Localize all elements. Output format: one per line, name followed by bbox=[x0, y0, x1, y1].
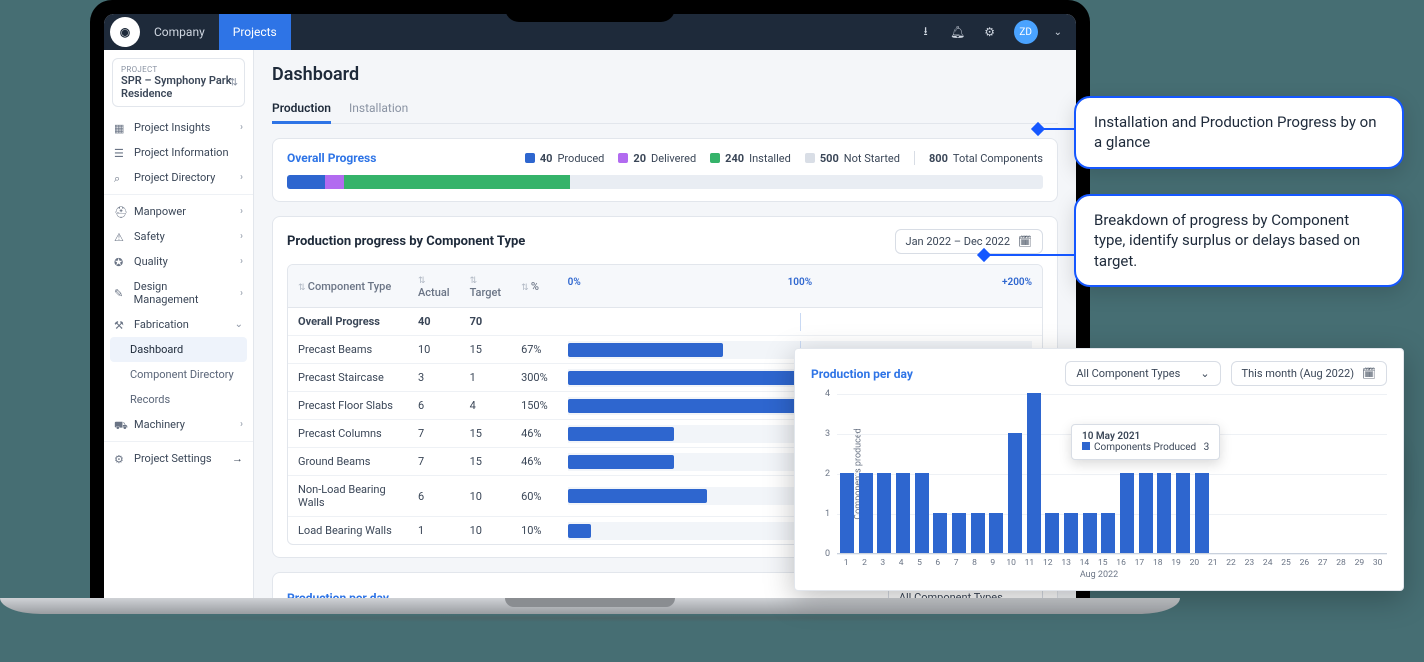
fp-bar[interactable] bbox=[1120, 473, 1134, 553]
fp-bar[interactable] bbox=[1083, 513, 1097, 553]
sidebar-item-manpower[interactable]: ⛑Manpower› bbox=[104, 199, 253, 224]
col-type[interactable]: Component Type bbox=[288, 265, 408, 308]
col-target[interactable]: Target bbox=[460, 265, 512, 308]
project-label: PROJECT bbox=[121, 65, 236, 74]
chevron-down-icon: ⌄ bbox=[1023, 591, 1032, 598]
directory-icon: ⌕ bbox=[114, 172, 126, 184]
info-icon: ☰ bbox=[114, 147, 126, 159]
date-range-picker[interactable]: Jan 2022 – Dec 2022🗓︎ bbox=[895, 229, 1044, 254]
table-row: Overall Progress4070 bbox=[288, 308, 1042, 336]
project-name: SPR – Symphony Park Residence bbox=[121, 74, 236, 100]
fp-bar[interactable] bbox=[1139, 473, 1153, 553]
col-pct[interactable]: % bbox=[511, 265, 558, 308]
settings-icon: ⚙ bbox=[114, 453, 126, 465]
nav-projects[interactable]: Projects bbox=[219, 14, 291, 50]
design-icon: ✎ bbox=[114, 287, 126, 299]
sidebar-item-quality[interactable]: ✪Quality› bbox=[104, 249, 253, 274]
fp-bar[interactable] bbox=[989, 513, 1003, 553]
download-icon[interactable]: ⭳ bbox=[918, 24, 934, 40]
overall-bar bbox=[287, 175, 1043, 189]
pd-title: Production per day bbox=[287, 591, 389, 599]
calendar-icon: 🗓︎ bbox=[1018, 235, 1032, 248]
bell-icon[interactable]: 🔔︎ bbox=[950, 24, 966, 40]
sidebar: PROJECT SPR – Symphony Park Residence ⇅ … bbox=[104, 50, 254, 598]
app-logo[interactable]: ◉ bbox=[110, 17, 140, 47]
tab-production[interactable]: Production bbox=[272, 95, 331, 124]
fp-bar[interactable] bbox=[1195, 473, 1209, 553]
fp-bar[interactable] bbox=[1027, 393, 1041, 553]
fp-bar[interactable] bbox=[840, 473, 854, 553]
content-tabs: Production Installation bbox=[272, 95, 1058, 124]
page-title: Dashboard bbox=[272, 64, 1058, 85]
chevron-down-icon: ⌄ bbox=[1200, 367, 1209, 380]
legend-delivered: 20Delivered bbox=[618, 152, 696, 165]
fp-bar[interactable] bbox=[1045, 513, 1059, 553]
fabrication-icon: ⚒ bbox=[114, 319, 126, 331]
sidebar-item-fabrication[interactable]: ⚒Fabrication⌄ bbox=[104, 312, 253, 337]
fp-bar[interactable] bbox=[971, 513, 985, 553]
quality-icon: ✪ bbox=[114, 256, 126, 268]
nav-company[interactable]: Company bbox=[140, 14, 219, 50]
fp-filter-date[interactable]: This month (Aug 2022)🗓︎ bbox=[1231, 361, 1387, 386]
legend-total: 800Total Components bbox=[929, 152, 1043, 165]
sidebar-item-information[interactable]: ☰Project Information bbox=[104, 140, 253, 165]
project-selector[interactable]: PROJECT SPR – Symphony Park Residence ⇅ bbox=[112, 58, 245, 107]
machinery-icon: ⛟ bbox=[114, 419, 126, 431]
updown-icon: ⇅ bbox=[230, 77, 238, 88]
fp-title: Production per day bbox=[811, 367, 913, 381]
cprog-title: Production progress by Component Type bbox=[287, 234, 525, 249]
avatar[interactable]: ZD bbox=[1014, 20, 1038, 44]
sidebar-item-machinery[interactable]: ⛟Machinery› bbox=[104, 412, 253, 437]
legend-notstarted: 500Not Started bbox=[805, 152, 900, 165]
overall-progress-card: Overall Progress 40Produced 20Delivered … bbox=[272, 138, 1058, 202]
fp-tooltip: 10 May 2021 Components Produced 3 bbox=[1071, 424, 1220, 460]
fp-bar[interactable] bbox=[877, 473, 891, 553]
legend-installed: 240Installed bbox=[710, 152, 791, 165]
fp-x-label: Aug 2022 bbox=[811, 570, 1387, 580]
sidebar-item-insights[interactable]: ▦Project Insights› bbox=[104, 115, 253, 140]
fp-bar[interactable] bbox=[859, 473, 873, 553]
legend-produced: 40Produced bbox=[525, 152, 605, 165]
gear-icon[interactable]: ⚙ bbox=[982, 24, 998, 40]
col-actual[interactable]: Actual bbox=[408, 265, 460, 308]
calendar-icon: 🗓︎ bbox=[1362, 367, 1376, 380]
sidebar-item-safety[interactable]: ⚠Safety› bbox=[104, 224, 253, 249]
fp-bar[interactable] bbox=[1008, 433, 1022, 553]
callout-1: Installation and Production Progress by … bbox=[1074, 96, 1404, 169]
fp-bar[interactable] bbox=[933, 513, 947, 553]
fp-bar[interactable] bbox=[952, 513, 966, 553]
tab-installation[interactable]: Installation bbox=[349, 95, 408, 123]
overall-title: Overall Progress bbox=[287, 151, 376, 165]
fp-chart: Components produced 10 May 2021 Componen… bbox=[837, 394, 1387, 554]
sidebar-item-settings[interactable]: ⚙Project Settings→ bbox=[104, 446, 253, 471]
sidebar-sub-records[interactable]: Records bbox=[104, 387, 253, 412]
safety-icon: ⚠ bbox=[114, 231, 126, 243]
insights-icon: ▦ bbox=[114, 122, 126, 134]
callout-2: Breakdown of progress by Component type,… bbox=[1074, 194, 1404, 287]
fp-filter-type[interactable]: All Component Types⌄ bbox=[1065, 361, 1220, 386]
sidebar-sub-dashboard[interactable]: Dashboard bbox=[110, 337, 247, 362]
manpower-icon: ⛑ bbox=[114, 206, 126, 218]
sidebar-item-directory[interactable]: ⌕Project Directory› bbox=[104, 165, 253, 190]
chevron-down-icon[interactable]: ⌄ bbox=[1054, 27, 1062, 38]
fp-bar[interactable] bbox=[1157, 473, 1171, 553]
sidebar-item-design[interactable]: ✎Design Management› bbox=[104, 274, 253, 312]
fp-bar[interactable] bbox=[915, 473, 929, 553]
float-pd-panel: Production per day All Component Types⌄ … bbox=[794, 348, 1404, 591]
fp-bar[interactable] bbox=[1101, 513, 1115, 553]
fp-bar[interactable] bbox=[1176, 473, 1190, 553]
fp-bar[interactable] bbox=[896, 473, 910, 553]
fp-bar[interactable] bbox=[1064, 513, 1078, 553]
sidebar-sub-component-dir[interactable]: Component Directory bbox=[104, 362, 253, 387]
